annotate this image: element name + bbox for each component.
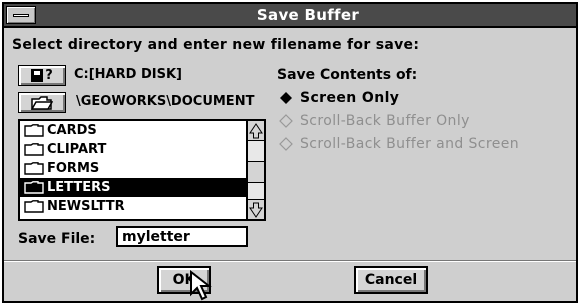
- parent-folder-button[interactable]: [18, 92, 66, 113]
- down-arrow-icon: [249, 202, 263, 218]
- title-bar: Save Buffer: [4, 4, 576, 28]
- option-label: Scroll-Back Buffer Only: [300, 113, 470, 129]
- directory-list-item[interactable]: FORMS: [20, 159, 246, 178]
- directory-list-item[interactable]: LETTERS: [20, 178, 246, 197]
- folder-icon: [24, 162, 44, 175]
- directory-name: CLIPART: [47, 142, 107, 157]
- drive-label: C:[HARD DISK]: [74, 67, 182, 82]
- folder-icon: [24, 124, 44, 137]
- save-file-input[interactable]: [116, 226, 248, 247]
- window-title: Save Buffer: [256, 6, 360, 24]
- scroll-thumb[interactable]: [248, 161, 264, 183]
- mouse-pointer-icon: [190, 270, 212, 301]
- directory-list-items: CARDS CLIPART FORMS LETTERS NEWSLTTR: [20, 121, 246, 219]
- folder-icon: [24, 143, 44, 156]
- up-arrow-icon: [249, 123, 263, 139]
- directory-path: \GEOWORKS\DOCUMENT: [76, 94, 255, 109]
- system-menu-icon: [13, 14, 29, 17]
- folder-icon: [24, 181, 44, 194]
- directory-name: LETTERS: [47, 180, 111, 195]
- system-menu-button[interactable]: [6, 6, 36, 24]
- save-file-label: Save File:: [18, 231, 96, 247]
- instructions-text: Select directory and enter new filename …: [12, 37, 420, 53]
- directory-list[interactable]: CARDS CLIPART FORMS LETTERS NEWSLTTR: [18, 119, 266, 221]
- drive-button[interactable]: ?: [18, 65, 66, 86]
- directory-list-item[interactable]: CLIPART: [20, 140, 246, 159]
- list-scrollbar[interactable]: [246, 121, 264, 219]
- option-label: Screen Only: [300, 90, 400, 106]
- option-label: Scroll-Back Buffer and Screen: [300, 136, 520, 152]
- save-contents-label: Save Contents of:: [277, 67, 418, 83]
- option-scroll-back-buffer-only[interactable]: Scroll-Back Buffer Only: [279, 113, 470, 129]
- directory-name: CARDS: [47, 123, 97, 138]
- directory-name: FORMS: [47, 161, 100, 176]
- scroll-up-button[interactable]: [248, 121, 264, 141]
- selected-diamond-icon: [280, 92, 292, 104]
- option-screen-only[interactable]: Screen Only: [279, 90, 399, 106]
- directory-name: NEWSLTTR: [47, 199, 125, 214]
- disk-icon: [31, 69, 44, 82]
- folder-icon: [24, 200, 44, 213]
- save-buffer-dialog: Save Buffer Select directory and enter n…: [2, 2, 578, 303]
- cancel-button[interactable]: Cancel: [354, 266, 428, 294]
- directory-list-item[interactable]: CARDS: [20, 121, 246, 140]
- directory-list-item[interactable]: NEWSLTTR: [20, 197, 246, 216]
- unselected-diamond-icon: [279, 114, 293, 128]
- drive-button-label: ?: [45, 68, 53, 83]
- button-divider: [4, 260, 576, 262]
- option-scroll-back-buffer-and-screen[interactable]: Scroll-Back Buffer and Screen: [279, 136, 519, 152]
- scroll-down-button[interactable]: [248, 199, 264, 219]
- unselected-diamond-icon: [279, 137, 293, 151]
- open-folder-icon: [31, 95, 53, 110]
